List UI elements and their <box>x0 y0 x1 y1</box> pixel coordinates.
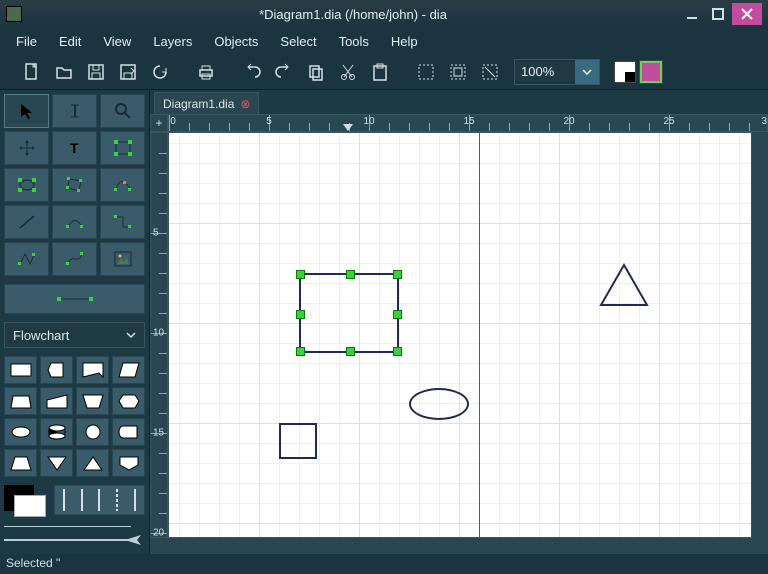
magnify-tool[interactable] <box>100 94 145 128</box>
polygon-tool[interactable] <box>52 168 97 202</box>
redo-button[interactable] <box>270 58 298 86</box>
zoom-all-button[interactable] <box>444 58 472 86</box>
shape-ellipse[interactable] <box>4 418 37 446</box>
shape-data[interactable] <box>4 387 37 415</box>
new-button[interactable] <box>18 58 46 86</box>
shape-tape[interactable] <box>112 356 145 384</box>
document-tabs: Diagram1.dia ⊗ <box>150 90 768 114</box>
open-button[interactable] <box>50 58 78 86</box>
shape-connector[interactable] <box>76 418 109 446</box>
arc-tool[interactable] <box>52 205 97 239</box>
zoom-value[interactable]: 100% <box>515 62 575 81</box>
menu-edit[interactable]: Edit <box>49 31 91 52</box>
vertical-scrollbar[interactable] <box>752 132 768 538</box>
text-tool[interactable]: T <box>52 131 97 165</box>
tab-close-icon[interactable]: ⊗ <box>240 97 250 111</box>
line-tool[interactable] <box>4 205 49 239</box>
bezier-tool[interactable] <box>100 168 145 202</box>
box-tool[interactable] <box>100 131 145 165</box>
window-title: *Diagram1.dia (/home/john) - dia <box>28 7 678 22</box>
canvas-ellipse[interactable] <box>409 388 469 420</box>
cut-button[interactable] <box>334 58 362 86</box>
line-segment-tool[interactable] <box>4 284 145 314</box>
copy-button[interactable] <box>302 58 330 86</box>
horizontal-ruler[interactable]: 0 5 10 15 20 25 30 <box>168 114 768 132</box>
tab-diagram1[interactable]: Diagram1.dia ⊗ <box>154 92 259 114</box>
polyline-tool[interactable] <box>4 242 49 276</box>
saveas-button[interactable] <box>114 58 142 86</box>
app-icon <box>6 6 22 22</box>
undo-button[interactable] <box>238 58 266 86</box>
sheet-name: Flowchart <box>13 328 69 343</box>
menu-layers[interactable]: Layers <box>143 31 202 52</box>
chevron-down-icon <box>126 330 136 340</box>
statusbar: Selected " <box>0 554 768 574</box>
shape-process[interactable] <box>4 356 37 384</box>
pointer-tool[interactable] <box>4 94 49 128</box>
minimize-button[interactable] <box>680 4 704 24</box>
ruler-origin[interactable]: + <box>150 114 168 132</box>
color-swatch-bw[interactable] <box>614 61 636 83</box>
canvas-selected-rectangle[interactable] <box>299 273 399 353</box>
titlebar: *Diagram1.dia (/home/john) - dia <box>0 0 768 28</box>
svg-text:T: T <box>70 140 79 156</box>
shape-preparation[interactable] <box>112 387 145 415</box>
shape-triangle-up[interactable] <box>76 449 109 477</box>
horizontal-scrollbar[interactable] <box>168 538 752 554</box>
shape-manual-op[interactable] <box>76 387 109 415</box>
menu-objects[interactable]: Objects <box>204 31 268 52</box>
tab-label: Diagram1.dia <box>163 97 234 111</box>
canvas-small-square[interactable] <box>279 423 317 459</box>
refresh-button[interactable] <box>146 58 174 86</box>
connector-tool[interactable] <box>52 242 97 276</box>
scroll-tool[interactable] <box>4 131 49 165</box>
line-style-selector[interactable] <box>54 485 145 515</box>
shape-document[interactable] <box>76 356 109 384</box>
maximize-button[interactable] <box>706 4 730 24</box>
canvas-triangle[interactable] <box>599 263 649 307</box>
shape-triangle-down[interactable] <box>40 449 73 477</box>
menu-select[interactable]: Select <box>270 31 326 52</box>
toolbar: 100% <box>0 54 768 90</box>
shape-stored[interactable] <box>112 418 145 446</box>
print-button[interactable] <box>192 58 220 86</box>
arrow-end-icon <box>123 534 143 546</box>
menu-help[interactable]: Help <box>381 31 428 52</box>
shape-trapezoid[interactable] <box>4 449 37 477</box>
zigzag-tool[interactable] <box>100 205 145 239</box>
shape-manual-input[interactable] <box>40 387 73 415</box>
color-swatch-highlight[interactable] <box>640 61 662 83</box>
image-tool[interactable] <box>100 242 145 276</box>
vertical-ruler[interactable]: 5 10 15 20 <box>150 132 168 538</box>
zoom-fit-button[interactable] <box>412 58 440 86</box>
status-text: Selected " <box>6 556 60 570</box>
paste-button[interactable] <box>366 58 394 86</box>
zoom-sel-button[interactable] <box>476 58 504 86</box>
menu-file[interactable]: File <box>6 31 47 52</box>
shape-decision-tall[interactable] <box>40 356 73 384</box>
text-edit-tool[interactable] <box>52 94 97 128</box>
zoom-combo[interactable]: 100% <box>514 59 600 85</box>
foreground-background-colors[interactable] <box>4 485 34 511</box>
shape-cylinder[interactable] <box>40 418 73 446</box>
zoom-dropdown-icon[interactable] <box>575 60 599 84</box>
close-button[interactable] <box>732 3 762 25</box>
sheet-selector[interactable]: Flowchart <box>4 322 145 348</box>
canvas[interactable] <box>168 132 752 538</box>
menu-view[interactable]: View <box>93 31 141 52</box>
shape-offpage[interactable] <box>112 449 145 477</box>
save-button[interactable] <box>82 58 110 86</box>
toolbox-panel: T Flowchart <box>0 90 150 554</box>
ellipse-tool[interactable] <box>4 168 49 202</box>
page-break-line <box>479 133 480 537</box>
menubar: File Edit View Layers Objects Select Too… <box>0 28 768 54</box>
line-endings-selector[interactable] <box>0 519 149 551</box>
menu-tools[interactable]: Tools <box>329 31 379 52</box>
